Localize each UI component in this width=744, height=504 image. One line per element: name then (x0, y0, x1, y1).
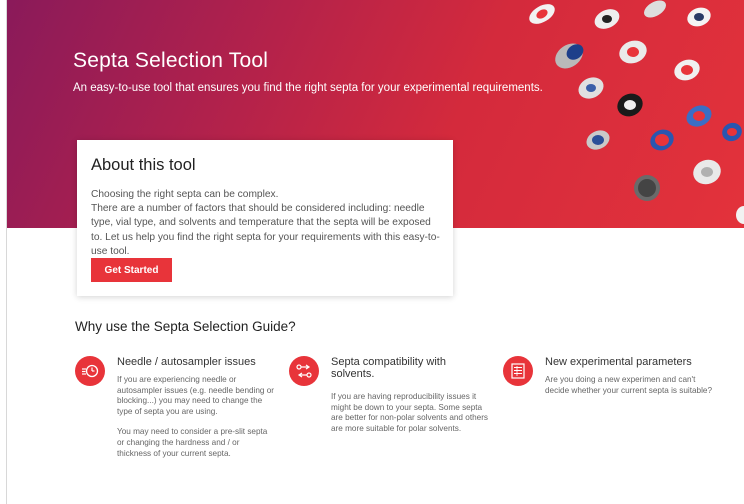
page-title: Septa Selection Tool (73, 49, 269, 72)
feature-text: If you are experiencing needle or autosa… (117, 375, 275, 459)
parameters-icon (503, 356, 533, 386)
about-card: About this tool Choosing the right septa… (77, 140, 453, 296)
needle-timer-icon (75, 356, 105, 386)
feature-text-1: Are you doing a new experimen and can't … (545, 375, 713, 395)
about-description: Choosing the right septa can be complex.… (91, 188, 443, 259)
feature-title: Septa compatibility with solvents. (331, 356, 446, 380)
feature-text-2: You may need to consider a pre-slit sept… (117, 427, 268, 458)
feature-title: New experimental parameters (545, 356, 692, 368)
page-subtitle: An easy-to-use tool that ensures you fin… (73, 82, 543, 94)
about-title: About this tool (91, 156, 196, 174)
feature-text: If you are having reproducibility issues… (331, 392, 489, 434)
feature-text: Are you doing a new experimen and can't … (545, 375, 713, 396)
feature-text-1: If you are having reproducibility issues… (331, 392, 489, 433)
feature-text-1: If you are experiencing needle or autosa… (117, 375, 275, 416)
page-frame: Septa Selection Tool An easy-to-use tool… (6, 0, 744, 504)
about-para-1: Choosing the right septa can be complex. (91, 189, 279, 200)
about-para-2: There are a number of factors that shoul… (91, 203, 440, 257)
feature-title: Needle / autosampler issues (117, 356, 256, 368)
get-started-button[interactable]: Get Started (91, 258, 172, 282)
compatibility-icon (289, 356, 319, 386)
why-section-title: Why use the Septa Selection Guide? (75, 319, 296, 334)
